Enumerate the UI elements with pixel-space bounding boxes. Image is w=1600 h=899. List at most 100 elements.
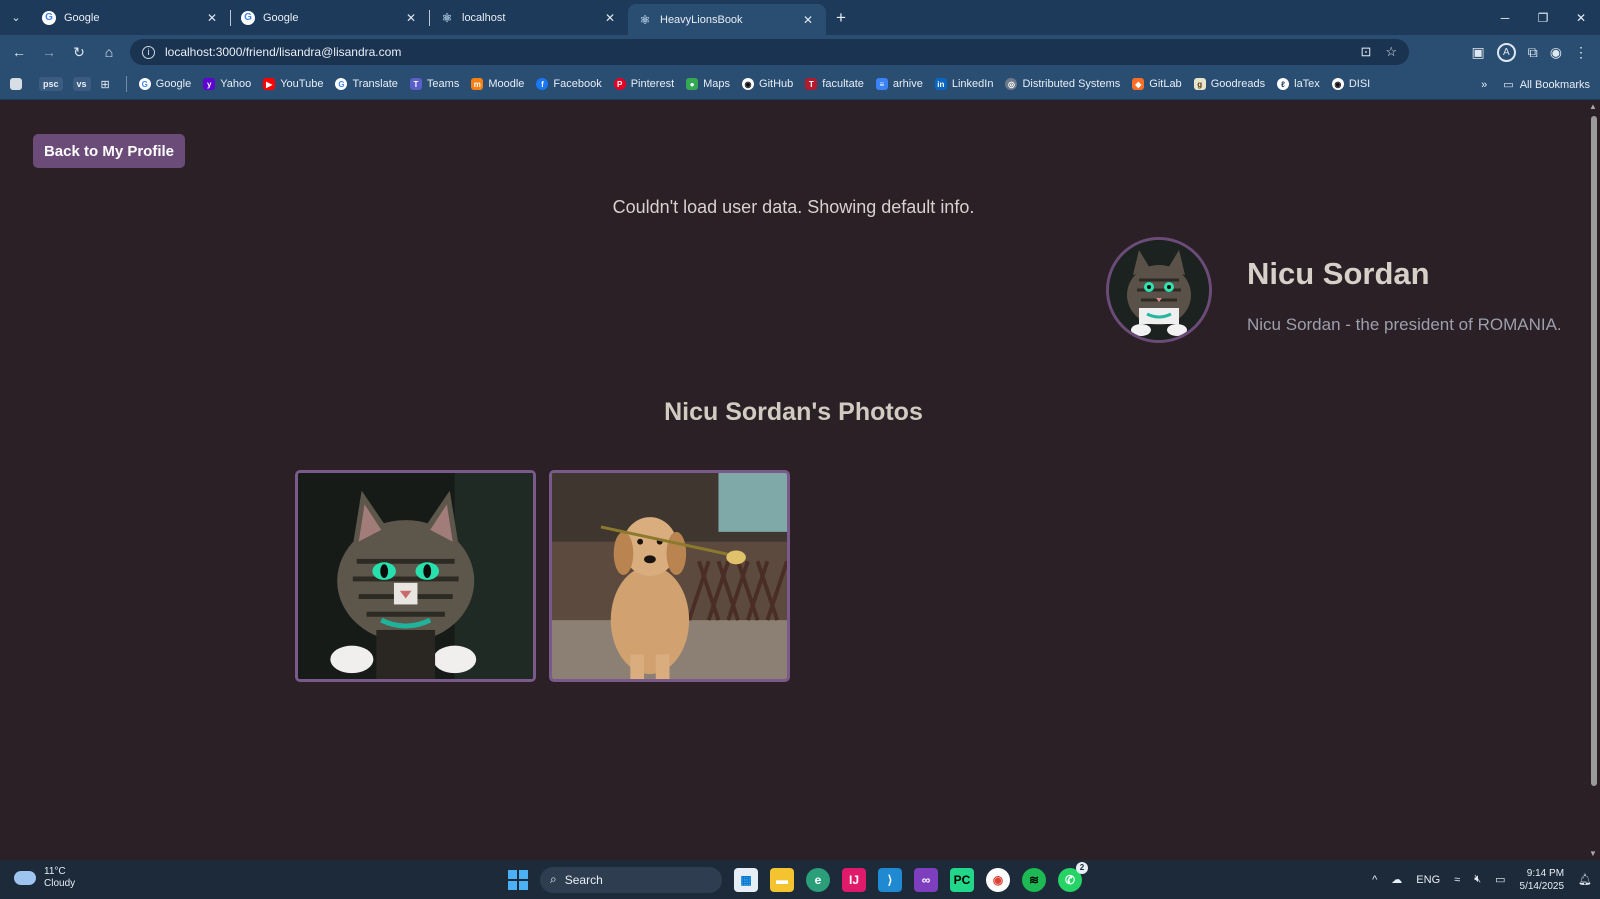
bookmark-disi[interactable]: ◉ DISI xyxy=(1331,78,1370,90)
file-explorer-icon[interactable]: ▬ xyxy=(770,867,794,892)
profile-icon[interactable]: ◉ xyxy=(1550,44,1562,61)
extensions-puzzle-icon[interactable]: ⧉ xyxy=(1528,44,1538,61)
account-avatar[interactable]: A xyxy=(1496,42,1516,62)
bookmark-facebook[interactable]: f Facebook xyxy=(536,78,602,90)
tab-heavylionsbook[interactable]: ⚛ HeavyLionsBook ✕ xyxy=(628,4,826,35)
more-bookmarks-chevron-icon[interactable]: » xyxy=(1481,79,1487,91)
bookmarks-bar: psc vs ⊞ G Google y Yahoo ▶ YouTube G Transl… xyxy=(0,69,1600,100)
bookmark-gitlab[interactable]: ◆ GitLab xyxy=(1132,78,1182,90)
bookmark-distributed-systems[interactable]: ◎ Distributed Systems xyxy=(1005,78,1120,90)
site-info-icon[interactable]: i xyxy=(142,45,155,59)
bookmark-facultate[interactable]: Tfacultate xyxy=(805,78,864,90)
bookmark-translate[interactable]: G Translate xyxy=(335,78,398,90)
facebook-icon: f xyxy=(536,78,549,90)
pycharm-icon[interactable]: PC xyxy=(950,867,974,892)
photos-heading: Nicu Sordan's Photos xyxy=(664,398,923,426)
tab-search-button[interactable]: ⌄ xyxy=(0,0,32,35)
bookmark-latex[interactable]: ℓ laTex xyxy=(1277,78,1320,90)
scroll-up-arrow-icon[interactable]: ▲ xyxy=(1589,102,1597,111)
notification-badge: 2 xyxy=(1076,861,1088,874)
bookmark-github[interactable]: ◉ GitHub xyxy=(742,78,793,90)
bookmark-linkedin[interactable]: in LinkedIn xyxy=(934,78,993,90)
dog-image xyxy=(552,473,787,679)
tab-google-1[interactable]: G Google ✕ xyxy=(32,0,230,35)
clock[interactable]: 9:14 PM 5/14/2025 xyxy=(1520,867,1565,893)
intellij-icon[interactable]: IJ xyxy=(842,867,866,892)
wifi-icon[interactable]: ≈ xyxy=(1454,874,1460,886)
bookmark-arhive[interactable]: ≡ arhive xyxy=(875,78,923,90)
whatsapp-icon[interactable]: ✆ 2 xyxy=(1058,861,1088,892)
scroll-down-arrow-icon[interactable]: ▼ xyxy=(1589,849,1597,858)
language-indicator[interactable]: ENG xyxy=(1416,874,1440,886)
back-arrow-icon[interactable]: ← xyxy=(4,37,34,67)
react-icon: ⚛ xyxy=(441,10,453,25)
bookmark-google[interactable]: G Google xyxy=(138,78,191,90)
close-icon[interactable]: ✕ xyxy=(204,11,220,25)
apps-grid-icon[interactable]: ⊞ xyxy=(101,78,110,91)
store-icon[interactable]: ▦ xyxy=(734,867,758,892)
close-icon[interactable]: ✕ xyxy=(403,11,419,25)
tab-google-2[interactable]: G Google ✕ xyxy=(231,0,429,35)
start-windows-icon[interactable] xyxy=(508,869,528,890)
bookmark-psc[interactable]: psc xyxy=(39,77,63,91)
bookmark-pinterest[interactable]: P Pinterest xyxy=(613,78,674,90)
vertical-scrollbar[interactable]: ▲ ▼ xyxy=(1587,100,1600,860)
new-tab-button[interactable]: + xyxy=(826,8,856,28)
weather-description: Cloudy xyxy=(44,878,76,889)
reload-icon[interactable]: ↻ xyxy=(64,37,94,67)
edge-icon[interactable]: e xyxy=(806,867,830,892)
restore-icon[interactable]: ❐ xyxy=(1524,0,1562,35)
bookmark-moodle[interactable]: m Moodle xyxy=(471,78,524,90)
maps-pin-icon: ● xyxy=(686,78,699,90)
bookmark-vs[interactable]: vs xyxy=(72,77,91,91)
bookmark-youtube[interactable]: ▶ YouTube xyxy=(263,78,323,90)
battery-icon[interactable]: ▭ xyxy=(1495,873,1505,886)
photo-cat[interactable] xyxy=(295,470,536,682)
chrome-icon[interactable]: ◉ xyxy=(986,867,1010,892)
notifications-bell-icon[interactable]: 🔔︎ xyxy=(1578,873,1592,886)
tab-localhost[interactable]: ⚛ localhost ✕ xyxy=(430,0,628,35)
profile-bio: Nicu Sordan - the president of ROMANIA. xyxy=(1247,315,1562,334)
taskbar-search[interactable]: ⌕ Search xyxy=(540,866,722,893)
linkedin-icon: in xyxy=(934,78,947,90)
moodle-icon: m xyxy=(471,78,484,90)
weather-widget[interactable]: 11°C Cloudy xyxy=(14,866,75,890)
show-hidden-icons-chevron-icon[interactable]: ^ xyxy=(1372,874,1377,886)
tab-groups-icon[interactable]: ▣ xyxy=(1472,44,1485,61)
cloud-icon xyxy=(14,871,36,885)
photo-dog[interactable] xyxy=(549,470,790,682)
install-app-icon[interactable]: ⊡ xyxy=(1360,44,1371,60)
google-icon: G xyxy=(42,10,56,25)
tab-title: Google xyxy=(64,11,100,24)
close-icon[interactable]: ✕ xyxy=(800,13,816,27)
visual-studio-icon[interactable]: ∞ xyxy=(914,867,938,892)
minimize-icon[interactable]: ─ xyxy=(1486,0,1524,35)
vscode-icon[interactable]: ⟩ xyxy=(878,867,902,892)
github-icon: ◉ xyxy=(742,78,755,90)
back-to-profile-button[interactable]: Back to My Profile xyxy=(33,134,185,168)
url-text[interactable]: localhost:3000/friend/lisandra@lisandra.… xyxy=(165,45,1360,59)
menu-kebab-icon[interactable]: ⋮ xyxy=(1574,44,1588,61)
profile-avatar xyxy=(1106,237,1212,343)
address-bar[interactable]: i localhost:3000/friend/lisandra@lisandr… xyxy=(130,39,1409,65)
bookmark-blank[interactable] xyxy=(10,78,27,90)
onedrive-cloud-off-icon[interactable]: ☁ xyxy=(1391,873,1402,886)
all-bookmarks-button[interactable]: ▭ All Bookmarks xyxy=(1503,78,1590,92)
volume-muted-icon[interactable]: 🔇︎ xyxy=(1474,873,1481,886)
yahoo-icon: y xyxy=(203,78,216,90)
bookmark-star-icon[interactable]: ☆ xyxy=(1385,44,1397,60)
bookmark-goodreads[interactable]: g Goodreads xyxy=(1193,78,1265,90)
bookmark-yahoo[interactable]: y Yahoo xyxy=(203,78,251,90)
react-icon: ⚛ xyxy=(639,12,651,27)
tab-title: Google xyxy=(263,11,299,24)
bookmark-teams[interactable]: T Teams xyxy=(409,78,459,90)
close-window-icon[interactable]: ✕ xyxy=(1562,0,1600,35)
spotify-icon[interactable]: ≋ xyxy=(1022,867,1046,892)
bookmark-maps[interactable]: ● Maps xyxy=(686,78,730,90)
home-icon[interactable]: ⌂ xyxy=(94,37,124,67)
profile-name: Nicu Sordan xyxy=(1247,256,1430,291)
scrollbar-thumb[interactable] xyxy=(1591,116,1597,786)
close-icon[interactable]: ✕ xyxy=(602,11,618,25)
forward-arrow-icon[interactable]: → xyxy=(34,37,64,67)
pinterest-icon: P xyxy=(613,78,626,90)
